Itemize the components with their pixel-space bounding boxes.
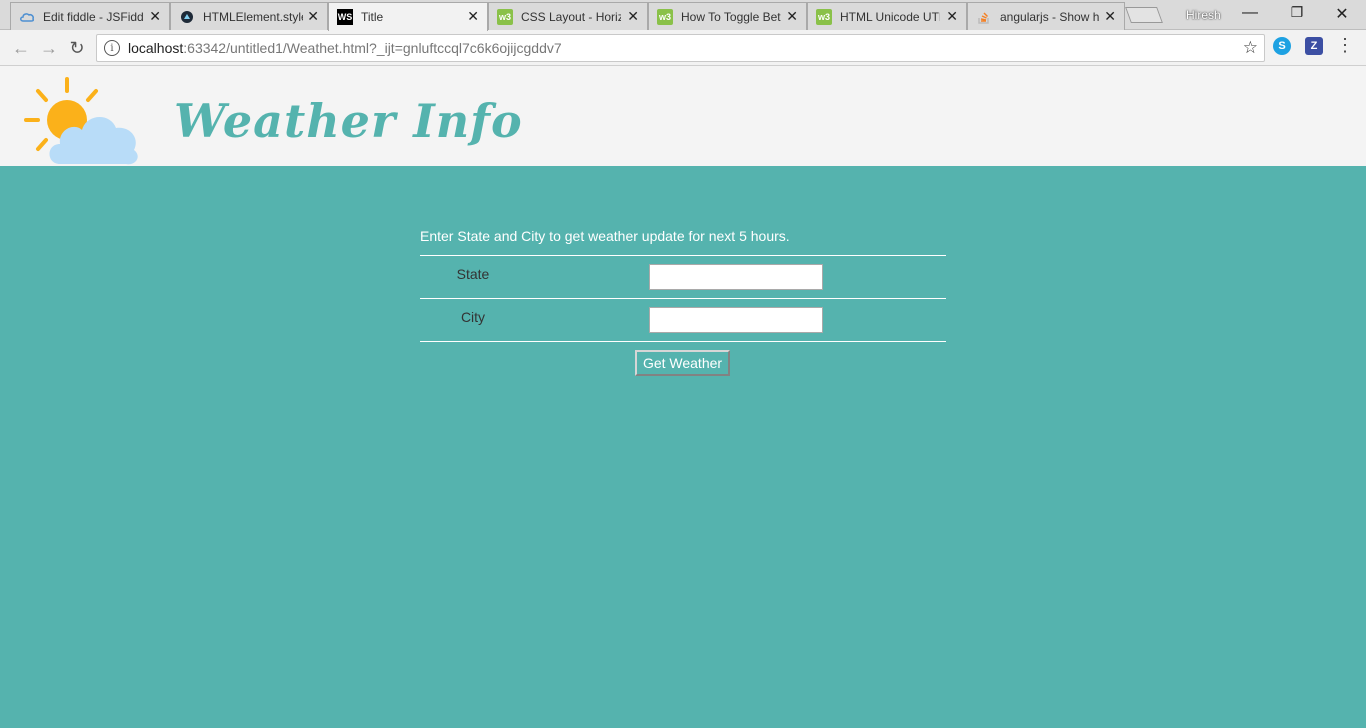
restore-icon[interactable]: ❐ — [1287, 4, 1307, 21]
page-header: Weather Info — [0, 66, 1366, 166]
zotero-icon[interactable]: Z — [1305, 37, 1323, 55]
close-icon[interactable]: ✕ — [149, 9, 161, 23]
browser-tab-active[interactable]: WS Title ✕ — [328, 2, 488, 31]
url-path: :63342/untitled1/Weathet.html?_ijt=gnluf… — [183, 40, 562, 56]
get-weather-button[interactable]: Get Weather — [635, 350, 730, 376]
close-icon[interactable]: ✕ — [786, 9, 798, 23]
address-bar[interactable]: i localhost:63342/untitled1/Weathet.html… — [96, 34, 1265, 62]
tab-title: angularjs - Show h — [1000, 9, 1100, 24]
skype-icon[interactable]: S — [1273, 37, 1291, 55]
browser-tab[interactable]: w3 How To Toggle Bet ✕ — [648, 2, 807, 30]
close-icon[interactable]: ✕ — [467, 9, 479, 23]
w3schools-icon: w3 — [657, 9, 673, 25]
submit-row: Get Weather — [420, 342, 946, 378]
close-icon[interactable]: ✕ — [627, 9, 639, 23]
state-row: State — [420, 256, 946, 299]
close-icon[interactable]: ✕ — [307, 9, 319, 23]
city-label: City — [460, 309, 486, 325]
info-icon[interactable]: i — [104, 40, 120, 56]
bookmark-star-icon[interactable]: ☆ — [1243, 38, 1258, 58]
back-arrow-icon[interactable]: ← — [10, 38, 32, 58]
jsfiddle-icon — [19, 9, 35, 25]
city-row: City — [420, 299, 946, 342]
window-close-icon[interactable]: ✕ — [1332, 4, 1352, 24]
state-input[interactable] — [649, 264, 823, 290]
forward-arrow-icon[interactable]: → — [38, 38, 60, 58]
new-tab-button[interactable] — [1125, 7, 1163, 23]
stackoverflow-icon — [976, 9, 992, 25]
browser-tab[interactable]: w3 HTML Unicode UTF ✕ — [807, 2, 967, 30]
page-title: Weather Info — [174, 94, 523, 148]
tab-title: HTML Unicode UTF — [840, 9, 940, 24]
sun-cloud-logo-icon — [24, 77, 138, 165]
webstorm-icon: WS — [337, 9, 353, 25]
url-host: localhost — [128, 40, 184, 56]
weather-form: Enter State and City to get weather upda… — [420, 226, 946, 378]
city-input[interactable] — [649, 307, 823, 333]
reload-icon[interactable]: ↻ — [66, 38, 88, 58]
browser-tab[interactable]: angularjs - Show h ✕ — [967, 2, 1125, 30]
browser-toolbar: ← → ↻ i localhost:63342/untitled1/Weathe… — [0, 30, 1366, 66]
browser-menu-icon[interactable]: ⋮ — [1336, 36, 1354, 54]
state-label: State — [456, 266, 490, 282]
tab-title: CSS Layout - Horiz — [521, 9, 621, 24]
w3schools-icon: w3 — [816, 9, 832, 25]
tab-title: HTMLElement.style — [203, 9, 303, 24]
browser-tab-strip: Edit fiddle - JSFiddl ✕ HTMLElement.styl… — [0, 0, 1366, 31]
tab-title: How To Toggle Bet — [681, 9, 781, 24]
tab-title: Title — [361, 10, 384, 24]
close-icon[interactable]: ✕ — [946, 9, 958, 23]
minimize-icon[interactable]: — — [1240, 4, 1260, 22]
close-icon[interactable]: ✕ — [1104, 9, 1116, 23]
browser-tab[interactable]: HTMLElement.style ✕ — [170, 2, 328, 30]
browser-tab[interactable]: Edit fiddle - JSFiddl ✕ — [10, 2, 170, 30]
tab-title: Edit fiddle - JSFiddl — [43, 9, 143, 24]
profile-name[interactable]: Hiresh — [1186, 8, 1221, 22]
w3schools-icon: w3 — [497, 9, 513, 25]
mdn-icon — [179, 9, 195, 25]
browser-tab[interactable]: w3 CSS Layout - Horiz ✕ — [488, 2, 648, 30]
form-instructions: Enter State and City to get weather upda… — [420, 226, 946, 256]
